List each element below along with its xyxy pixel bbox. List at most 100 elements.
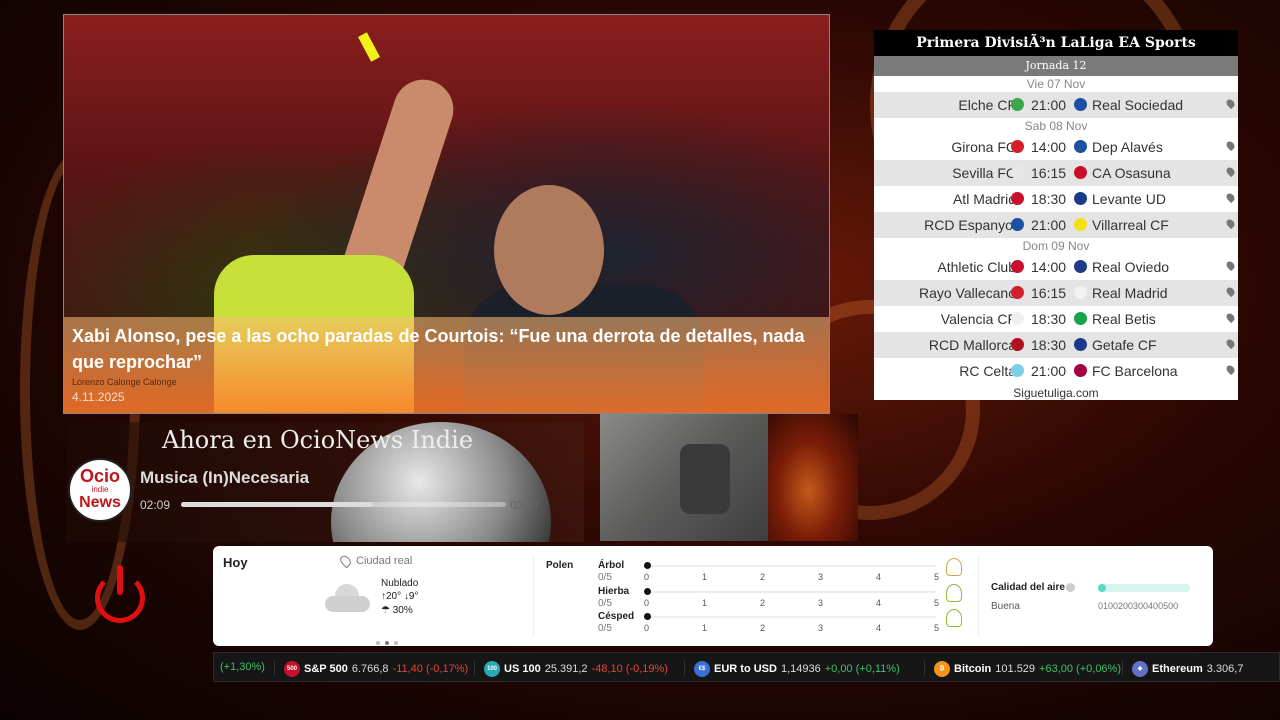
pollen-type: Hierba bbox=[598, 586, 630, 597]
pollen-scale-tick: 0 bbox=[644, 598, 650, 608]
power-icon[interactable] bbox=[95, 565, 145, 623]
pollen-scale-tick: 3 bbox=[818, 598, 824, 608]
pollen-track bbox=[646, 616, 936, 618]
liga-match-row[interactable]: Elche CF 21:00 Real Sociedad bbox=[874, 92, 1238, 118]
webcam-chair bbox=[680, 444, 730, 514]
ticker-item[interactable]: 500 S&P 500 6.766,8 -11,40 (-0,17%) bbox=[284, 661, 468, 677]
ticker-item[interactable]: ₿ Bitcoin 101.529 +63,00 (+0,06%) bbox=[934, 661, 1121, 677]
ticker-separator bbox=[1122, 660, 1123, 676]
news-caption: Xabi Alonso, pese a las ocho paradas de … bbox=[64, 317, 829, 413]
liga-match-row[interactable]: RCD Espanyol 21:00 Villarreal CF bbox=[874, 212, 1238, 238]
news-photo-coach-head bbox=[494, 185, 604, 315]
home-team-badge-icon bbox=[1011, 286, 1024, 299]
ticker-symbol-icon: ◆ bbox=[1132, 661, 1148, 677]
ticker-item[interactable]: €$ EUR to USD 1,14936 +0,00 (+0,11%) bbox=[694, 661, 900, 677]
home-team: RCD Mallorca bbox=[928, 337, 1016, 353]
pollen-row: Hierba 0/5 0 1 2 3 4 5 bbox=[598, 584, 962, 612]
pollen-level-marker bbox=[644, 588, 651, 595]
pollen-value: 0/5 bbox=[598, 623, 612, 634]
weather-today-label: Hoy bbox=[223, 555, 248, 570]
pollen-scale-tick: 4 bbox=[876, 623, 882, 633]
ticker-value: 101.529 bbox=[995, 662, 1036, 675]
liga-match-row[interactable]: Sevilla FC 16:15 CA Osasuna bbox=[874, 160, 1238, 186]
pollen-scale-tick: 3 bbox=[818, 572, 824, 582]
info-icon[interactable] bbox=[1066, 583, 1075, 592]
away-team-badge-icon bbox=[1074, 166, 1087, 179]
weather-pager[interactable] bbox=[376, 632, 403, 650]
pollen-type: Césped bbox=[598, 611, 635, 622]
liga-match-row[interactable]: RCD Mallorca 18:30 Getafe CF bbox=[874, 332, 1238, 358]
weather-rain-chance: ☂ 30% bbox=[381, 605, 413, 616]
home-team: Valencia CF bbox=[940, 311, 1016, 327]
map-pin-icon[interactable] bbox=[1224, 191, 1237, 204]
divider bbox=[978, 556, 979, 636]
map-pin-icon[interactable] bbox=[1224, 165, 1237, 178]
map-pin-icon[interactable] bbox=[1224, 97, 1237, 110]
ticker-separator bbox=[684, 660, 685, 676]
ticker-separator bbox=[274, 660, 275, 676]
map-pin-icon[interactable] bbox=[1224, 311, 1237, 324]
pollen-scale-tick: 1 bbox=[702, 623, 708, 633]
away-team: Villarreal CF bbox=[1092, 217, 1169, 233]
ticker-value: 3.306,7 bbox=[1206, 662, 1244, 675]
radio-elapsed: 02:09 bbox=[140, 498, 171, 512]
location-pin-icon bbox=[338, 553, 353, 569]
weather-widget: Hoy Ciudad real Nublado ↑20° ↓9° ☂ 30% P… bbox=[213, 546, 1213, 646]
ticker-value: 6.766,8 bbox=[351, 662, 389, 675]
market-ticker: (+1,30%) 500 S&P 500 6.766,8 -11,40 (-0,17%)… bbox=[213, 652, 1280, 682]
lawn-icon bbox=[946, 609, 962, 627]
match-time: 21:00 bbox=[1031, 97, 1067, 113]
weather-location[interactable]: Ciudad real bbox=[356, 555, 412, 567]
pollen-type: Árbol bbox=[598, 560, 625, 571]
liga-day-label: Sab 08 Nov bbox=[1024, 119, 1088, 133]
home-team: RC Celta bbox=[959, 363, 1016, 379]
liga-match-row[interactable]: Valencia CF 18:30 Real Betis bbox=[874, 306, 1238, 332]
match-time: 14:00 bbox=[1031, 139, 1067, 155]
liga-match-row[interactable]: Athletic Club 14:00 Real Oviedo bbox=[874, 254, 1238, 280]
away-team: Real Oviedo bbox=[1092, 259, 1170, 275]
liga-match-row[interactable]: Girona FC 14:00 Dep Alavés bbox=[874, 134, 1238, 160]
pollen-scale-tick: 5 bbox=[934, 623, 940, 633]
match-time: 21:00 bbox=[1031, 217, 1067, 233]
map-pin-icon[interactable] bbox=[1224, 217, 1237, 230]
news-card[interactable]: Xabi Alonso, pese a las ocho paradas de … bbox=[63, 14, 830, 414]
ticker-symbol-icon: €$ bbox=[694, 661, 710, 677]
ticker-symbol-icon: ₿ bbox=[934, 661, 950, 677]
air-quality-scale: 0100200300400500 bbox=[1098, 601, 1179, 611]
pollen-scale-tick: 2 bbox=[760, 572, 766, 582]
ticker-name: Bitcoin bbox=[954, 662, 992, 675]
home-team: Elche CF bbox=[958, 97, 1016, 113]
ticker-name: Ethereum bbox=[1152, 662, 1203, 675]
away-team-badge-icon bbox=[1074, 192, 1087, 205]
ticker-change: +63,00 (+0,06%) bbox=[1039, 662, 1121, 675]
liga-match-row[interactable]: Atl Madrid 18:30 Levante UD bbox=[874, 186, 1238, 212]
liga-footer-link[interactable]: Siguetuliga.com bbox=[874, 384, 1238, 402]
pollen-scale-tick: 1 bbox=[702, 598, 708, 608]
ticker-item[interactable]: ◆ Ethereum 3.306,7 bbox=[1132, 661, 1243, 677]
map-pin-icon[interactable] bbox=[1224, 139, 1237, 152]
news-date: 4.11.2025 bbox=[72, 390, 125, 404]
away-team-badge-icon bbox=[1074, 218, 1087, 231]
radio-progress-bar[interactable] bbox=[181, 502, 506, 507]
liga-match-row[interactable]: Rayo Vallecano 16:15 Real Madrid bbox=[874, 280, 1238, 306]
pollen-level-marker bbox=[644, 613, 651, 620]
ticker-symbol-icon: 100 bbox=[484, 661, 500, 677]
liga-match-row[interactable]: RC Celta 21:00 FC Barcelona bbox=[874, 358, 1238, 384]
map-pin-icon[interactable] bbox=[1224, 259, 1237, 272]
away-team: CA Osasuna bbox=[1092, 165, 1171, 181]
map-pin-icon[interactable] bbox=[1224, 363, 1237, 376]
home-team-badge-icon bbox=[1011, 166, 1024, 179]
map-pin-icon[interactable] bbox=[1224, 285, 1237, 298]
match-time: 21:00 bbox=[1031, 363, 1067, 379]
news-title[interactable]: Xabi Alonso, pese a las ocho paradas de … bbox=[72, 323, 821, 375]
away-team: Real Sociedad bbox=[1092, 97, 1184, 113]
ticker-item[interactable]: 100 US 100 25.391,2 -48,10 (-0,19%) bbox=[484, 661, 668, 677]
home-team: RCD Espanyol bbox=[924, 217, 1016, 233]
divider bbox=[533, 556, 534, 636]
pollen-row: Césped 0/5 0 1 2 3 4 5 bbox=[598, 609, 962, 637]
ticker-name: EUR to USD bbox=[714, 662, 777, 675]
ticker-item[interactable]: (+1,30%) bbox=[216, 661, 265, 673]
tree-icon bbox=[946, 558, 962, 576]
map-pin-icon[interactable] bbox=[1224, 337, 1237, 350]
air-quality-status: Buena bbox=[991, 601, 1020, 612]
